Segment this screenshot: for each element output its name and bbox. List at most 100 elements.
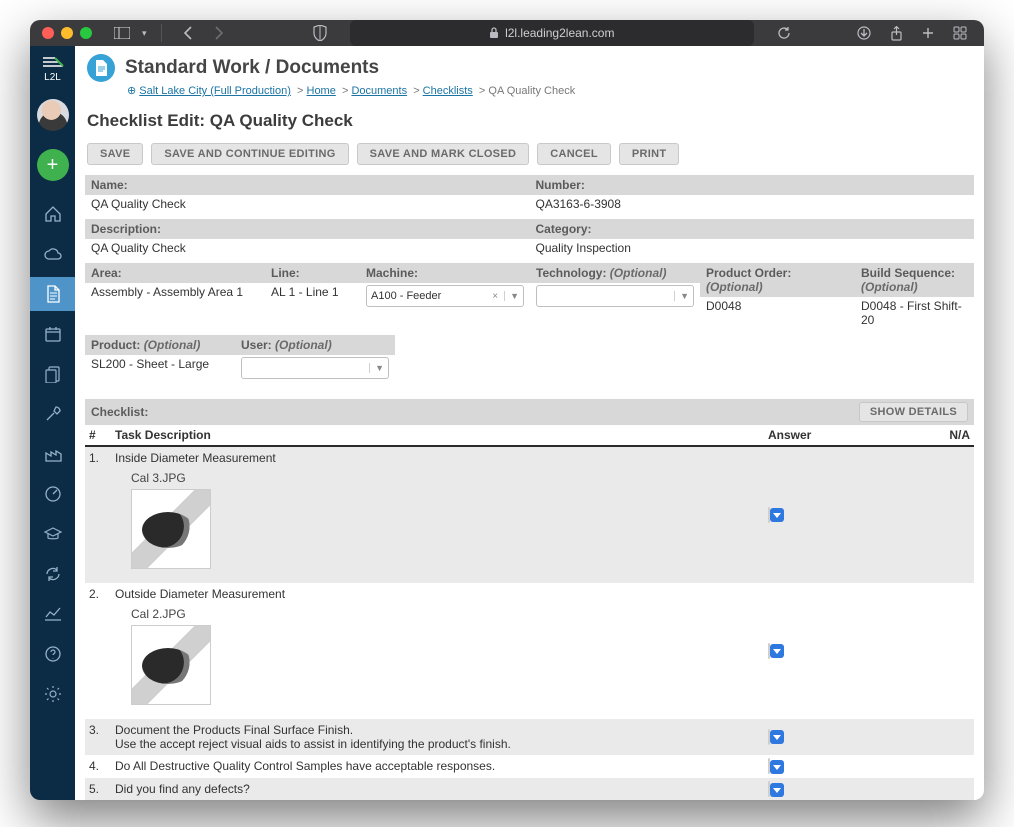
download-icon[interactable] <box>852 21 876 45</box>
address-bar[interactable]: l2l.leading2lean.com <box>350 20 754 46</box>
globe-icon: ⊕ <box>127 85 136 97</box>
browser-titlebar: ▾ l2l.leading2lean.com <box>30 20 984 46</box>
nav-help-icon[interactable] <box>30 637 75 671</box>
app-sidebar: L2L + <box>30 46 75 800</box>
row-num: 1. <box>85 446 111 583</box>
answer-dropdown[interactable] <box>770 644 784 658</box>
category-label: Category: <box>530 219 975 239</box>
row-answer <box>764 583 914 719</box>
chevron-down-icon[interactable]: ▼ <box>504 291 519 301</box>
avatar[interactable] <box>37 99 69 131</box>
build-seq-value: D0048 - First Shift-20 <box>855 297 974 329</box>
machine-select[interactable]: A100 - Feeder×▼ <box>366 285 524 307</box>
sidebar-toggle-icon[interactable] <box>110 21 134 45</box>
checklist-header: Checklist: <box>91 405 148 419</box>
area-label: Area: <box>85 263 265 283</box>
section-title: Checklist Edit: QA Quality Check <box>75 105 984 137</box>
nav-settings-icon[interactable] <box>30 677 75 711</box>
table-row: 2.Outside Diameter MeasurementCal 2.JPG <box>85 583 974 719</box>
show-details-button[interactable]: SHOW DETAILS <box>859 402 968 422</box>
col-desc: Task Description <box>111 425 764 446</box>
reload-icon[interactable] <box>772 21 796 45</box>
col-num: # <box>85 425 111 446</box>
chevron-down-icon[interactable]: ▼ <box>674 291 689 301</box>
row-num: 3. <box>85 719 111 755</box>
row-answer <box>764 755 914 778</box>
table-row: 3.Document the Products Final Surface Fi… <box>85 719 974 755</box>
line-value: AL 1 - Line 1 <box>265 283 360 301</box>
row-desc: Inside Diameter MeasurementCal 3.JPG <box>111 446 764 583</box>
answer-dropdown[interactable] <box>770 760 784 774</box>
share-icon[interactable] <box>884 21 908 45</box>
nav-documents-icon[interactable] <box>30 277 75 311</box>
technology-select[interactable]: ▼ <box>536 285 694 307</box>
nav-wrench-icon[interactable] <box>30 397 75 431</box>
nav-chart-icon[interactable] <box>30 597 75 631</box>
nav-gauge-icon[interactable] <box>30 477 75 511</box>
row-answer <box>764 719 914 755</box>
row-num: 2. <box>85 583 111 719</box>
table-row: 4.Do All Destructive Quality Control Sam… <box>85 755 974 778</box>
chevron-down-icon[interactable]: ▼ <box>369 363 384 373</box>
number-label: Number: <box>530 175 975 195</box>
crumb-home[interactable]: Home <box>307 85 336 97</box>
save-closed-button[interactable]: SAVE AND MARK CLOSED <box>357 143 530 165</box>
window-close[interactable] <box>42 27 54 39</box>
thumbnail[interactable] <box>131 625 211 705</box>
nav-calendar-icon[interactable] <box>30 317 75 351</box>
product-label: Product: (Optional) <box>85 335 235 355</box>
crumb-documents[interactable]: Documents <box>351 85 407 97</box>
shield-icon[interactable] <box>308 21 332 45</box>
tabs-icon[interactable] <box>948 21 972 45</box>
breadcrumb: ⊕ Salt Lake City (Full Production) > Hom… <box>75 84 984 105</box>
row-na <box>914 446 974 583</box>
description-label: Description: <box>85 219 530 239</box>
add-button[interactable]: + <box>37 149 69 181</box>
row-na <box>914 778 974 800</box>
nav-factory-icon[interactable] <box>30 437 75 471</box>
print-button[interactable]: PRINT <box>619 143 680 165</box>
user-label: User: (Optional) <box>235 335 395 355</box>
file-label: Cal 2.JPG <box>115 601 760 625</box>
table-row: 1.Inside Diameter MeasurementCal 3.JPG <box>85 446 974 583</box>
forward-button[interactable] <box>208 21 232 45</box>
line-label: Line: <box>265 263 360 283</box>
lock-icon <box>489 27 499 39</box>
product-value: SL200 - Sheet - Large <box>85 355 235 373</box>
save-button[interactable]: SAVE <box>87 143 143 165</box>
crumb-current: QA Quality Check <box>488 85 575 97</box>
crumb-checklists[interactable]: Checklists <box>423 85 473 97</box>
answer-dropdown[interactable] <box>770 730 784 744</box>
chevron-down-icon[interactable]: ▾ <box>142 28 147 39</box>
thumbnail[interactable] <box>131 489 211 569</box>
user-select[interactable]: ▼ <box>241 357 389 379</box>
answer-dropdown[interactable] <box>770 783 784 797</box>
new-tab-icon[interactable] <box>916 21 940 45</box>
app-logo: L2L <box>41 54 65 83</box>
nav-clipboard-icon[interactable] <box>30 357 75 391</box>
crumb-site[interactable]: Salt Lake City (Full Production) <box>139 85 291 97</box>
window-zoom[interactable] <box>80 27 92 39</box>
description-value: QA Quality Check <box>85 239 530 257</box>
col-answer: Answer <box>764 425 914 446</box>
row-answer <box>764 446 914 583</box>
row-desc: Outside Diameter MeasurementCal 2.JPG <box>111 583 764 719</box>
window-minimize[interactable] <box>61 27 73 39</box>
nav-cloud-icon[interactable] <box>30 237 75 271</box>
nav-sync-icon[interactable] <box>30 557 75 591</box>
save-continue-button[interactable]: SAVE AND CONTINUE EDITING <box>151 143 348 165</box>
answer-dropdown[interactable] <box>770 508 784 522</box>
row-answer <box>764 778 914 800</box>
nav-home-icon[interactable] <box>30 197 75 231</box>
row-desc: Did you find any defects? <box>111 778 764 800</box>
cancel-button[interactable]: CANCEL <box>537 143 611 165</box>
page-doc-icon <box>87 54 115 82</box>
row-desc: Do All Destructive Quality Control Sampl… <box>111 755 764 778</box>
back-button[interactable] <box>176 21 200 45</box>
number-value: QA3163-6-3908 <box>530 195 975 213</box>
table-row: 5.Did you find any defects? <box>85 778 974 800</box>
page-title: Standard Work / Documents <box>125 57 379 79</box>
clear-icon[interactable]: × <box>492 291 498 302</box>
machine-label: Machine: <box>360 263 530 283</box>
nav-education-icon[interactable] <box>30 517 75 551</box>
